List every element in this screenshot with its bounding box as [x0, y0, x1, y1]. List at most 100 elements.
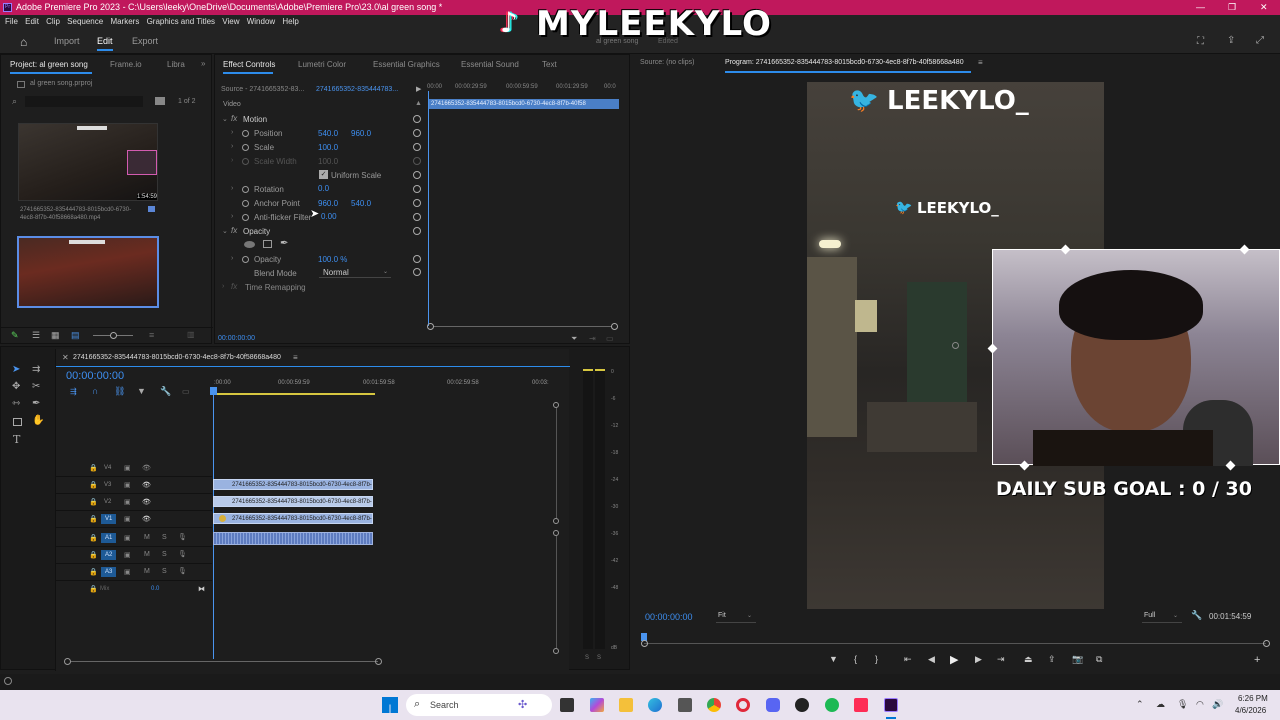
- menu-window[interactable]: Window: [247, 15, 275, 29]
- lock-icon[interactable]: 🔒: [89, 515, 98, 523]
- chrome-icon[interactable]: [707, 698, 721, 712]
- opera-icon[interactable]: [736, 698, 750, 712]
- lock-icon[interactable]: 🔒: [89, 464, 98, 472]
- antiflicker-expand[interactable]: ›: [231, 213, 233, 220]
- sync-lock-icon[interactable]: ▣: [124, 568, 131, 576]
- ec-timecode[interactable]: 00:00:00:00: [218, 335, 255, 342]
- tray-app-icon[interactable]: ☁: [1156, 699, 1165, 710]
- pencil-icon[interactable]: ✎: [11, 330, 19, 341]
- step-forward-button[interactable]: ▶: [975, 654, 982, 665]
- go-to-in-button[interactable]: ⇤: [904, 654, 912, 665]
- opacity-stopwatch-icon[interactable]: [242, 256, 249, 263]
- h-scroll-bar[interactable]: [71, 661, 378, 662]
- mic-icon[interactable]: 🎙: [178, 567, 187, 575]
- eye-icon[interactable]: 👁: [142, 481, 151, 489]
- opacity-value[interactable]: 100.0 %: [318, 255, 347, 264]
- close-seq-icon[interactable]: ✕: [62, 353, 69, 362]
- tray-chevron-icon[interactable]: ⌃: [1136, 699, 1144, 710]
- scale-stopwatch-icon[interactable]: [242, 144, 249, 151]
- mark-out-button[interactable]: }: [875, 654, 878, 664]
- sync-lock-icon[interactable]: ▣: [124, 481, 131, 489]
- opacity-section-reset-icon[interactable]: [413, 227, 421, 235]
- track-label-v1[interactable]: V1: [101, 514, 117, 524]
- pen-mask-icon[interactable]: ✒: [280, 238, 288, 249]
- tab-project[interactable]: Project: al green song: [10, 60, 88, 69]
- menu-markers[interactable]: Markers: [110, 15, 139, 29]
- clock-date[interactable]: 4/6/2026: [1235, 706, 1266, 715]
- compare-view-button[interactable]: ⧉: [1096, 654, 1102, 665]
- program-timecode[interactable]: 00:00:00:00: [645, 612, 693, 622]
- lift-button[interactable]: ⏏: [1024, 654, 1033, 665]
- fullscreen-icon[interactable]: ⛶: [1197, 36, 1204, 47]
- close-button[interactable]: ✕: [1260, 0, 1268, 15]
- handle-tr[interactable]: [1239, 244, 1250, 255]
- lock-icon[interactable]: 🔒: [89, 481, 98, 489]
- position-reset-icon[interactable]: [413, 129, 421, 137]
- track-select-tool-icon[interactable]: ⇉: [32, 364, 40, 375]
- ellipse-mask-icon[interactable]: [244, 241, 255, 248]
- store-icon[interactable]: [678, 698, 692, 712]
- filter-icon[interactable]: ⏷: [571, 334, 577, 344]
- ec-zoom-left-handle[interactable]: [427, 323, 434, 330]
- time-remap-expand[interactable]: ›: [222, 283, 224, 290]
- opacity-prop-expand[interactable]: ›: [231, 255, 233, 262]
- track-label-a3[interactable]: A3: [101, 567, 117, 577]
- captions-icon[interactable]: ▭: [182, 387, 190, 396]
- scale-expand[interactable]: ›: [231, 143, 233, 150]
- list-view-icon[interactable]: ☰: [32, 330, 40, 341]
- play-only-audio-icon[interactable]: ▶: [416, 85, 421, 93]
- freeform-view-icon[interactable]: ▤: [71, 330, 80, 341]
- source-label[interactable]: Source - 2741665352-83...: [221, 86, 304, 93]
- mute-button[interactable]: M: [144, 568, 150, 575]
- lock-icon[interactable]: 🔒: [89, 534, 98, 542]
- antiflicker-stopwatch-icon[interactable]: [242, 214, 249, 221]
- program-scrub-bar[interactable]: [644, 643, 1266, 644]
- clip-thumbnail-1[interactable]: [18, 123, 158, 201]
- menu-sequence[interactable]: Sequence: [67, 15, 103, 29]
- seq-menu-icon[interactable]: ≡: [293, 353, 298, 362]
- quality-dropdown[interactable]: Full ⌄: [1142, 611, 1182, 623]
- tab-essential-graphics[interactable]: Essential Graphics: [373, 60, 440, 69]
- anchor-reset-icon[interactable]: [413, 199, 421, 207]
- anchor-y-value[interactable]: 540.0: [351, 199, 371, 208]
- clip-v1[interactable]: 2741665352-835444783-8015bcd0-6730-4ec8-…: [213, 513, 373, 524]
- ec-export-icon[interactable]: ⇥: [589, 334, 596, 343]
- new-bin-icon[interactable]: [155, 97, 165, 105]
- blend-reset-icon[interactable]: [413, 268, 421, 276]
- lock-icon[interactable]: 🔒: [89, 551, 98, 559]
- scrub-left-handle[interactable]: [641, 640, 648, 647]
- work-area-bar[interactable]: [213, 393, 375, 395]
- solo-button[interactable]: S: [162, 568, 167, 575]
- track-label-v2[interactable]: V2: [104, 499, 111, 505]
- meter-solo-r[interactable]: S: [597, 655, 601, 661]
- mark-in-button[interactable]: {: [854, 654, 857, 664]
- razor-tool-icon[interactable]: ✂: [32, 381, 40, 392]
- h-scroll-right[interactable]: [375, 658, 382, 665]
- play-button[interactable]: ▶: [950, 653, 958, 666]
- scale-value[interactable]: 100.0: [318, 143, 338, 152]
- uniform-scale-checkbox[interactable]: ✓: [319, 170, 328, 179]
- mic-icon[interactable]: 🎙: [178, 550, 187, 558]
- antiflicker-reset-icon[interactable]: [413, 213, 421, 221]
- track-label-v3[interactable]: V3: [104, 482, 111, 488]
- tray-mic-icon[interactable]: 🎙: [1177, 699, 1188, 710]
- sync-lock-icon[interactable]: ▣: [124, 551, 131, 559]
- meter-solo-l[interactable]: S: [585, 655, 589, 661]
- add-marker-button[interactable]: ▼: [829, 654, 838, 664]
- a-scroll-bar[interactable]: [556, 536, 557, 648]
- mute-button[interactable]: M: [144, 551, 150, 558]
- clip-v2[interactable]: 2741665352-835444783-8015bcd0-6730-4ec8-…: [213, 496, 373, 507]
- linked-selection-icon[interactable]: ⛓: [114, 386, 125, 397]
- wifi-icon[interactable]: ◠: [1196, 699, 1204, 710]
- antiflicker-value[interactable]: 0.00: [321, 212, 337, 221]
- rect-mask-icon[interactable]: [263, 240, 272, 248]
- export-frame-button[interactable]: 📷: [1072, 654, 1083, 665]
- a-scroll-bottom[interactable]: [553, 648, 559, 654]
- v-scroll-mid[interactable]: [553, 518, 559, 524]
- h-scroll-left[interactable]: [64, 658, 71, 665]
- discord-icon[interactable]: [766, 698, 780, 712]
- menu-help[interactable]: Help: [282, 15, 298, 29]
- rotation-reset-icon[interactable]: [413, 185, 421, 193]
- button-editor-icon[interactable]: +: [1254, 654, 1260, 666]
- bin-menu-icon[interactable]: ▥: [187, 330, 195, 339]
